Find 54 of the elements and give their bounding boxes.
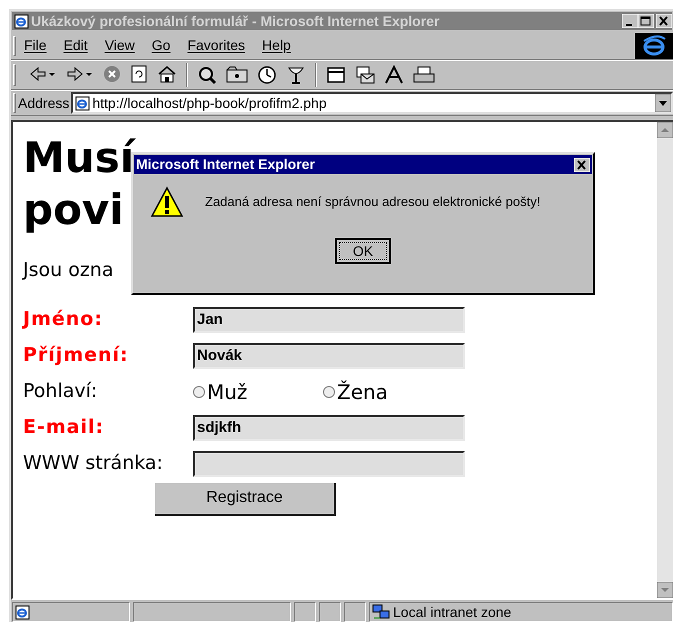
minimize-button[interactable] [622, 14, 638, 28]
clock-icon[interactable] [257, 65, 277, 85]
folder-icon[interactable] [226, 65, 248, 85]
page-icon [14, 14, 29, 28]
window-icon[interactable] [326, 65, 346, 85]
font-icon[interactable] [384, 65, 404, 85]
field-label: E-mail: [23, 415, 106, 440]
network-computers-icon [372, 604, 390, 620]
page-icon [75, 96, 90, 110]
field-label: WWW stránka: [23, 451, 164, 476]
address-label: Address [18, 94, 70, 112]
browser-logo-icon [635, 32, 673, 58]
menu-item[interactable]: Help [262, 35, 291, 56]
menu-item[interactable]: View [104, 35, 135, 56]
status-zone-text: Local intranet zone [393, 602, 512, 622]
text-field[interactable]: Jan [193, 306, 465, 332]
text-field[interactable]: Novák [193, 342, 465, 368]
dialog-title: Microsoft Internet Explorer [136, 155, 316, 174]
radio-label: Muž [207, 378, 248, 406]
maximize-button[interactable] [638, 14, 654, 28]
warning-icon [150, 186, 184, 218]
status-bar-panel [319, 602, 341, 622]
stop-icon[interactable] [103, 65, 121, 85]
window-title: Ukázkový profesionální formulář - Microsoft Internet Explorer [31, 12, 440, 31]
radio-button[interactable] [323, 386, 335, 398]
address-field[interactable]: http://localhost/php-book/profifm2.php [71, 92, 673, 114]
page-heading: Musí [23, 132, 134, 184]
status-bar-panel [344, 602, 366, 622]
ok-button[interactable]: OK [335, 238, 391, 264]
status-bar-panel [294, 602, 316, 622]
mail-icon[interactable] [355, 65, 375, 85]
radio-label: Žena [337, 378, 388, 406]
text-field[interactable]: sdjkfh [193, 414, 465, 440]
menu-item[interactable]: Edit [64, 35, 88, 56]
field-label: Jméno: [23, 307, 104, 332]
menu-item[interactable]: File [24, 35, 47, 56]
close-button[interactable] [656, 14, 672, 28]
page-heading: povi [23, 184, 124, 236]
dialog-message: Zadaná adresa není správnou adresou elektronické pošty! [205, 193, 540, 212]
refresh-icon[interactable] [130, 65, 148, 85]
instruction-text: Jsou ozna [23, 258, 114, 283]
radio-button[interactable] [193, 386, 205, 398]
submit-button[interactable]: Registrace [155, 482, 336, 516]
menu-item[interactable]: Favorites [187, 35, 246, 56]
home-icon[interactable] [157, 65, 177, 85]
field-label: Pohlaví: [23, 379, 98, 404]
close-button[interactable] [574, 158, 590, 172]
menu-item[interactable]: Go [152, 35, 170, 56]
printer-icon[interactable] [413, 65, 435, 85]
text-field[interactable] [193, 450, 465, 476]
page-icon [15, 604, 30, 620]
field-label: Příjmení: [23, 343, 130, 368]
search-icon[interactable] [197, 65, 217, 85]
dropdown-arrow-icon[interactable] [655, 94, 671, 112]
